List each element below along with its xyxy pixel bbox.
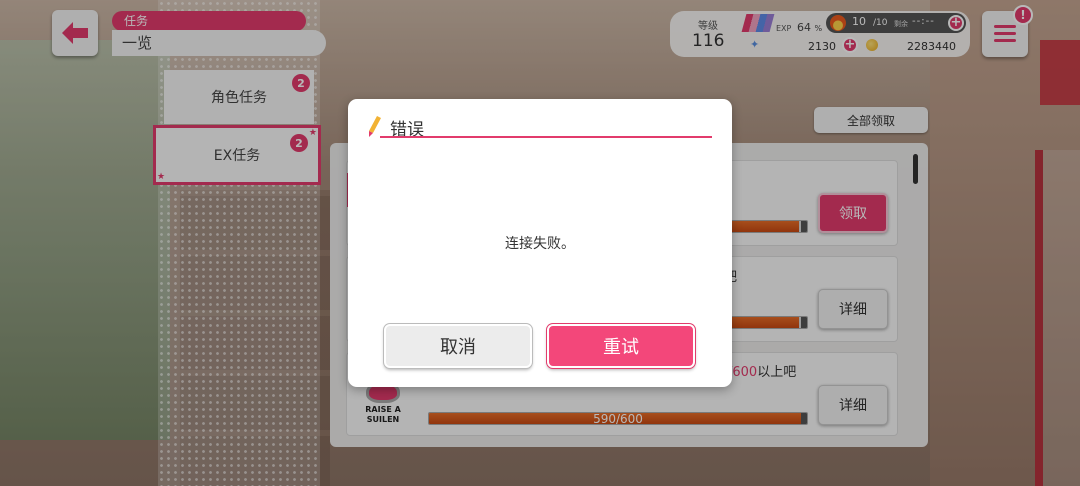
dialog-divider (380, 136, 712, 138)
dialog-message: 连接失败。 (505, 236, 575, 252)
game-screen: 任务 一览 角色任务 2 EX任务 2 ★ ★ 等级 116 EXP 64 % … (0, 0, 1080, 486)
cancel-button[interactable]: 取消 (384, 324, 532, 368)
pencil-icon (369, 116, 381, 137)
retry-button[interactable]: 重试 (547, 324, 695, 368)
